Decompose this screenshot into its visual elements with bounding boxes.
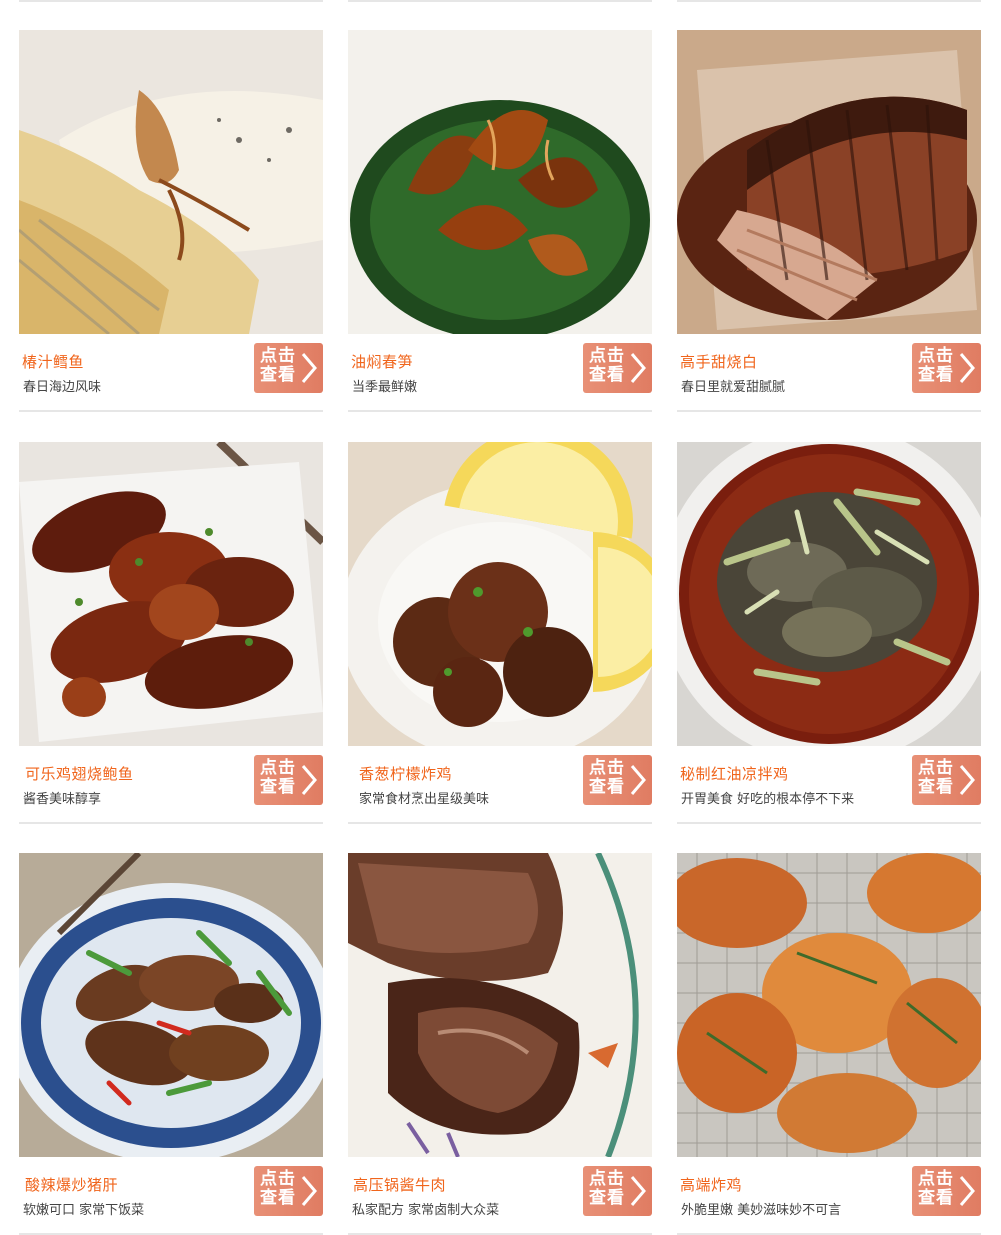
recipe-card: 高压锅酱牛肉 私家配方 家常卤制大众菜 点击查看 (348, 853, 652, 1235)
recipe-title[interactable]: 高手甜烧白 (680, 351, 758, 372)
recipe-photo[interactable] (19, 30, 323, 334)
view-recipe-button[interactable]: 点击查看 (254, 755, 323, 805)
recipe-title[interactable]: 高端炸鸡 (680, 1174, 742, 1195)
chili-oil-chicken-photo (677, 442, 981, 746)
recipe-title[interactable]: 椿汁鳕鱼 (22, 351, 84, 372)
view-recipe-button[interactable]: 点击查看 (583, 1166, 652, 1216)
view-recipe-button-label: 点击查看 (260, 346, 296, 385)
recipe-title[interactable]: 高压锅酱牛肉 (353, 1174, 446, 1195)
cola-wings-abalone-photo (19, 442, 323, 746)
recipe-photo[interactable] (348, 30, 652, 334)
chevron-right-icon (301, 353, 317, 383)
recipe-card: 香葱柠檬炸鸡 家常食材烹出星级美味 点击查看 (348, 442, 652, 824)
view-recipe-button-label: 点击查看 (260, 1169, 296, 1208)
view-recipe-button[interactable]: 点击查看 (912, 755, 981, 805)
card-divider (677, 822, 981, 824)
card-divider (677, 410, 981, 412)
view-recipe-button[interactable]: 点击查看 (583, 755, 652, 805)
view-recipe-button[interactable]: 点击查看 (254, 1166, 323, 1216)
recipe-subtitle: 开胃美食 好吃的根本停不下来 (681, 792, 855, 807)
chevron-right-icon (301, 1176, 317, 1206)
recipe-subtitle: 春日里就爱甜腻腻 (681, 380, 786, 395)
recipe-subtitle: 酱香美味醇享 (23, 792, 102, 807)
braised-beef-photo (348, 853, 652, 1157)
recipe-photo[interactable] (19, 853, 323, 1157)
recipe-photo[interactable] (348, 853, 652, 1157)
top-divider (19, 0, 323, 2)
chevron-right-icon (959, 1176, 975, 1206)
braised-bamboo-shoots-photo (348, 30, 652, 334)
recipe-photo[interactable] (677, 30, 981, 334)
chevron-right-icon (630, 353, 646, 383)
recipe-subtitle: 当季最鲜嫩 (352, 380, 418, 395)
recipe-card: 可乐鸡翅烧鲍鱼 酱香美味醇享 点击查看 (19, 442, 323, 824)
view-recipe-button[interactable]: 点击查看 (583, 343, 652, 393)
recipe-card: 酸辣爆炒猪肝 软嫩可口 家常下饭菜 点击查看 (19, 853, 323, 1235)
recipe-photo[interactable] (677, 853, 981, 1157)
card-divider (19, 410, 323, 412)
view-recipe-button[interactable]: 点击查看 (912, 1166, 981, 1216)
recipe-subtitle: 软嫩可口 家常下饭菜 (23, 1203, 145, 1218)
chevron-right-icon (301, 765, 317, 795)
cod-fish-photo (19, 30, 323, 334)
recipe-title[interactable]: 香葱柠檬炸鸡 (359, 763, 452, 784)
view-recipe-button-label: 点击查看 (589, 1169, 625, 1208)
recipe-card: 高端炸鸡 外脆里嫩 美妙滋味妙不可言 点击查看 (677, 853, 981, 1235)
recipe-title[interactable]: 秘制红油凉拌鸡 (680, 763, 789, 784)
spicy-pork-liver-photo (19, 853, 323, 1157)
card-divider (348, 822, 652, 824)
top-divider (677, 0, 981, 2)
sweet-pork-belly-photo (677, 30, 981, 334)
view-recipe-button-label: 点击查看 (918, 1169, 954, 1208)
top-divider (348, 0, 652, 2)
view-recipe-button[interactable]: 点击查看 (254, 343, 323, 393)
lemon-fried-chicken-photo (348, 442, 652, 746)
recipe-subtitle: 家常食材烹出星级美味 (359, 792, 490, 807)
recipe-photo[interactable] (677, 442, 981, 746)
recipe-title[interactable]: 可乐鸡翅烧鲍鱼 (25, 763, 134, 784)
view-recipe-button-label: 点击查看 (589, 758, 625, 797)
chevron-right-icon (959, 353, 975, 383)
card-divider (19, 822, 323, 824)
recipe-photo[interactable] (348, 442, 652, 746)
recipe-title[interactable]: 油焖春笋 (351, 351, 413, 372)
view-recipe-button-label: 点击查看 (589, 346, 625, 385)
recipe-photo[interactable] (19, 442, 323, 746)
chevron-right-icon (959, 765, 975, 795)
recipe-subtitle: 私家配方 家常卤制大众菜 (352, 1203, 500, 1218)
recipe-card: 椿汁鳕鱼 春日海边风味 点击查看 (19, 30, 323, 412)
card-divider (348, 410, 652, 412)
recipe-card: 高手甜烧白 春日里就爱甜腻腻 点击查看 (677, 30, 981, 412)
view-recipe-button-label: 点击查看 (260, 758, 296, 797)
view-recipe-button-label: 点击查看 (918, 346, 954, 385)
chevron-right-icon (630, 1176, 646, 1206)
recipe-subtitle: 外脆里嫩 美妙滋味妙不可言 (681, 1203, 842, 1218)
recipe-card: 油焖春笋 当季最鲜嫩 点击查看 (348, 30, 652, 412)
recipe-card: 秘制红油凉拌鸡 开胃美食 好吃的根本停不下来 点击查看 (677, 442, 981, 824)
recipe-subtitle: 春日海边风味 (23, 380, 102, 395)
view-recipe-button[interactable]: 点击查看 (912, 343, 981, 393)
fried-chicken-photo (677, 853, 981, 1157)
chevron-right-icon (630, 765, 646, 795)
recipe-title[interactable]: 酸辣爆炒猪肝 (25, 1174, 118, 1195)
view-recipe-button-label: 点击查看 (918, 758, 954, 797)
